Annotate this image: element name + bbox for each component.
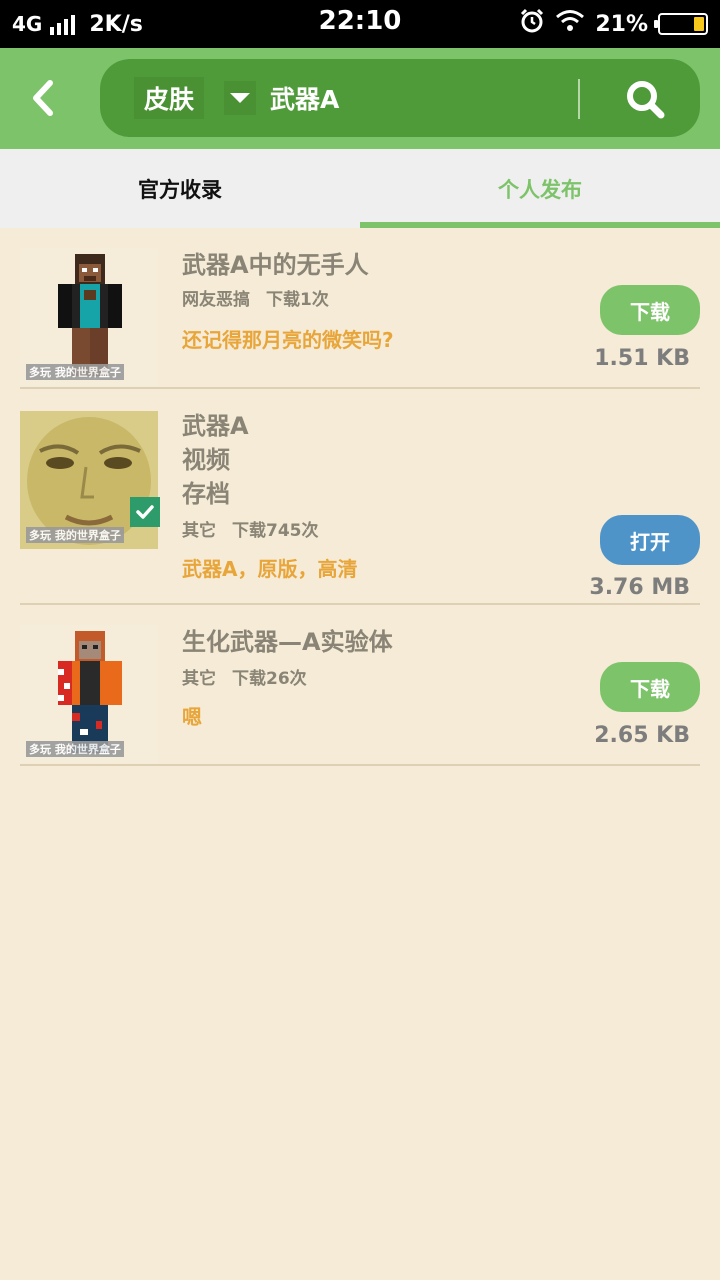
item-downloads: 下载1次 — [266, 290, 329, 310]
list-item[interactable]: 多玩 我的世界盒子 武器A中的无手人 网友恶搞 下载1次 还记得那月亮的微笑吗? … — [20, 248, 700, 389]
alarm-icon — [519, 8, 545, 40]
video-thumbnail: 多玩 我的世界盒子 — [20, 411, 158, 549]
search-divider — [578, 79, 580, 119]
skin-thumbnail: 多玩 我的世界盒子 — [20, 625, 158, 763]
category-select[interactable]: 皮肤 — [134, 77, 205, 119]
file-size: 2.65 KB — [594, 723, 690, 748]
tab-official[interactable]: 官方收录 — [0, 149, 360, 228]
wifi-icon — [555, 9, 585, 39]
item-meta: 其它 下载26次 — [182, 667, 307, 691]
item-downloads: 下载745次 — [232, 521, 319, 541]
item-description: 武器A，原版，高清 — [182, 557, 358, 581]
item-title-line: 武器A — [182, 412, 249, 440]
watermark: 多玩 我的世界盒子 — [26, 741, 124, 757]
item-title: 生化武器—A实验体 — [182, 628, 393, 656]
tab-bar: 官方收录 个人发布 — [0, 149, 720, 228]
item-title: 武器A中的无手人 — [182, 251, 369, 279]
item-description: 嗯 — [182, 705, 202, 729]
list-item[interactable]: 多玩 我的世界盒子 生化武器—A实验体 其它 下载26次 嗯 下载 2.65 KB — [20, 625, 700, 766]
watermark: 多玩 我的世界盒子 — [26, 364, 124, 380]
check-icon — [130, 497, 160, 527]
top-bar: 皮肤 武器A — [0, 48, 720, 149]
item-category: 其它 — [182, 521, 216, 541]
download-button[interactable]: 下载 — [600, 285, 700, 335]
download-button[interactable]: 下载 — [600, 662, 700, 712]
item-downloads: 下载26次 — [232, 669, 307, 689]
chevron-down-icon[interactable] — [224, 81, 256, 115]
battery-icon — [654, 13, 708, 35]
search-bar: 皮肤 武器A — [100, 59, 700, 137]
tab-indicator — [360, 222, 720, 228]
item-title-line: 存档 — [182, 480, 230, 508]
status-bar: 4G 2K/s 22:10 21% — [0, 0, 720, 48]
item-category: 其它 — [182, 669, 216, 689]
battery-percent: 21% — [595, 11, 648, 37]
list-item[interactable]: 多玩 我的世界盒子 武器A 视频 存档 其它 下载745次 武器A，原版，高清 打… — [20, 389, 700, 605]
open-button[interactable]: 打开 — [600, 515, 700, 565]
item-meta: 网友恶搞 下载1次 — [182, 288, 329, 312]
item-title-line: 视频 — [182, 446, 230, 474]
search-icon — [627, 81, 665, 119]
file-size: 3.76 MB — [589, 575, 690, 600]
item-description: 还记得那月亮的微笑吗? — [182, 328, 394, 352]
watermark: 多玩 我的世界盒子 — [26, 527, 124, 543]
search-button[interactable] — [620, 74, 670, 124]
item-meta: 其它 下载745次 — [182, 519, 319, 543]
skin-thumbnail: 多玩 我的世界盒子 — [20, 248, 158, 386]
back-button[interactable] — [20, 76, 64, 120]
chevron-left-icon — [33, 80, 53, 116]
tab-personal[interactable]: 个人发布 — [360, 149, 720, 228]
file-size: 1.51 KB — [594, 346, 690, 371]
search-input[interactable]: 武器A — [270, 77, 339, 119]
item-category: 网友恶搞 — [182, 290, 250, 310]
